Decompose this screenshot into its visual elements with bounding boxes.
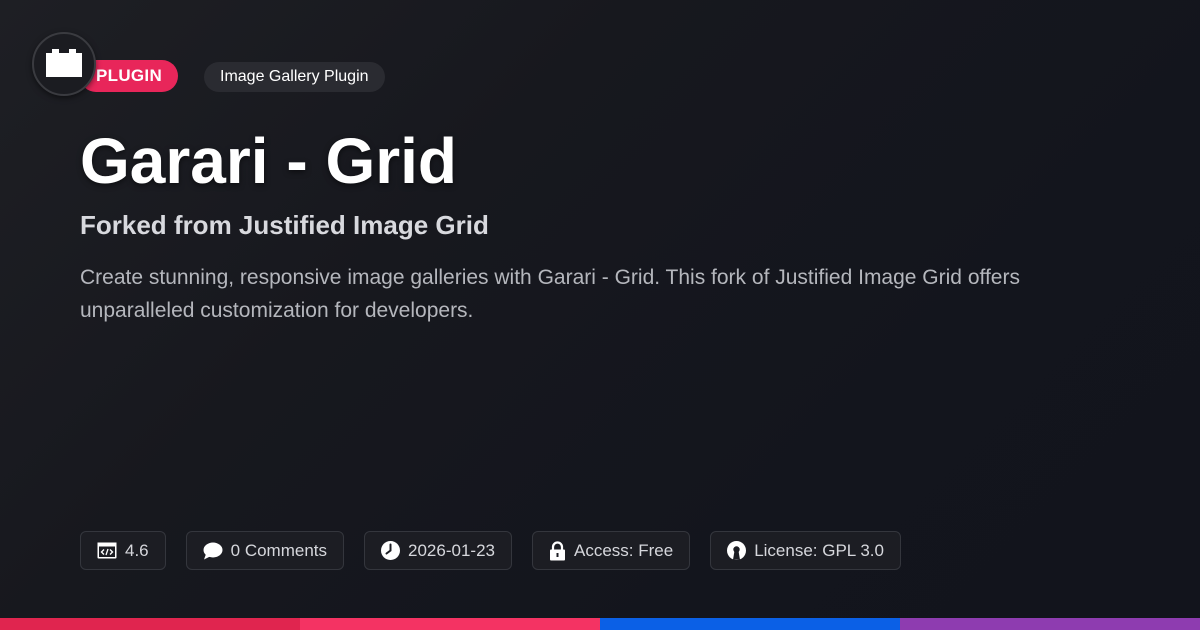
version-pill: 4.6 <box>80 531 166 570</box>
plugin-block-icon <box>46 49 82 77</box>
speech-bubble-icon <box>203 542 223 559</box>
version-label: 4.6 <box>125 540 149 560</box>
access-pill: Access: Free <box>531 531 691 570</box>
comments-pill[interactable]: 0 Comments <box>185 531 345 570</box>
meta-row: 4.6 0 Comments 2026-01-23 Access: Free L… <box>80 531 901 570</box>
clock-icon <box>381 541 401 560</box>
page-title: Garari - Grid <box>80 125 457 197</box>
open-source-icon <box>727 541 747 560</box>
page-subtitle: Forked from Justified Image Grid <box>80 210 489 240</box>
comments-label: 0 Comments <box>230 540 328 560</box>
category-badge[interactable]: Image Gallery Plugin <box>204 62 385 92</box>
bar-segment-3 <box>600 618 900 630</box>
site-logo[interactable] <box>32 32 96 96</box>
code-window-icon <box>97 542 117 559</box>
access-label: Access: Free <box>573 540 674 560</box>
page-description: Create stunning, responsive image galler… <box>80 266 1020 322</box>
date-pill: 2026-01-23 <box>364 531 512 570</box>
bar-segment-1 <box>0 618 300 630</box>
license-pill[interactable]: License: GPL 3.0 <box>710 531 901 570</box>
license-label: License: GPL 3.0 <box>754 540 884 560</box>
brand-color-bar <box>0 618 1200 630</box>
bar-segment-4 <box>900 618 1200 630</box>
date-label: 2026-01-23 <box>408 540 495 560</box>
lock-icon <box>549 540 565 560</box>
bar-segment-2 <box>300 618 600 630</box>
